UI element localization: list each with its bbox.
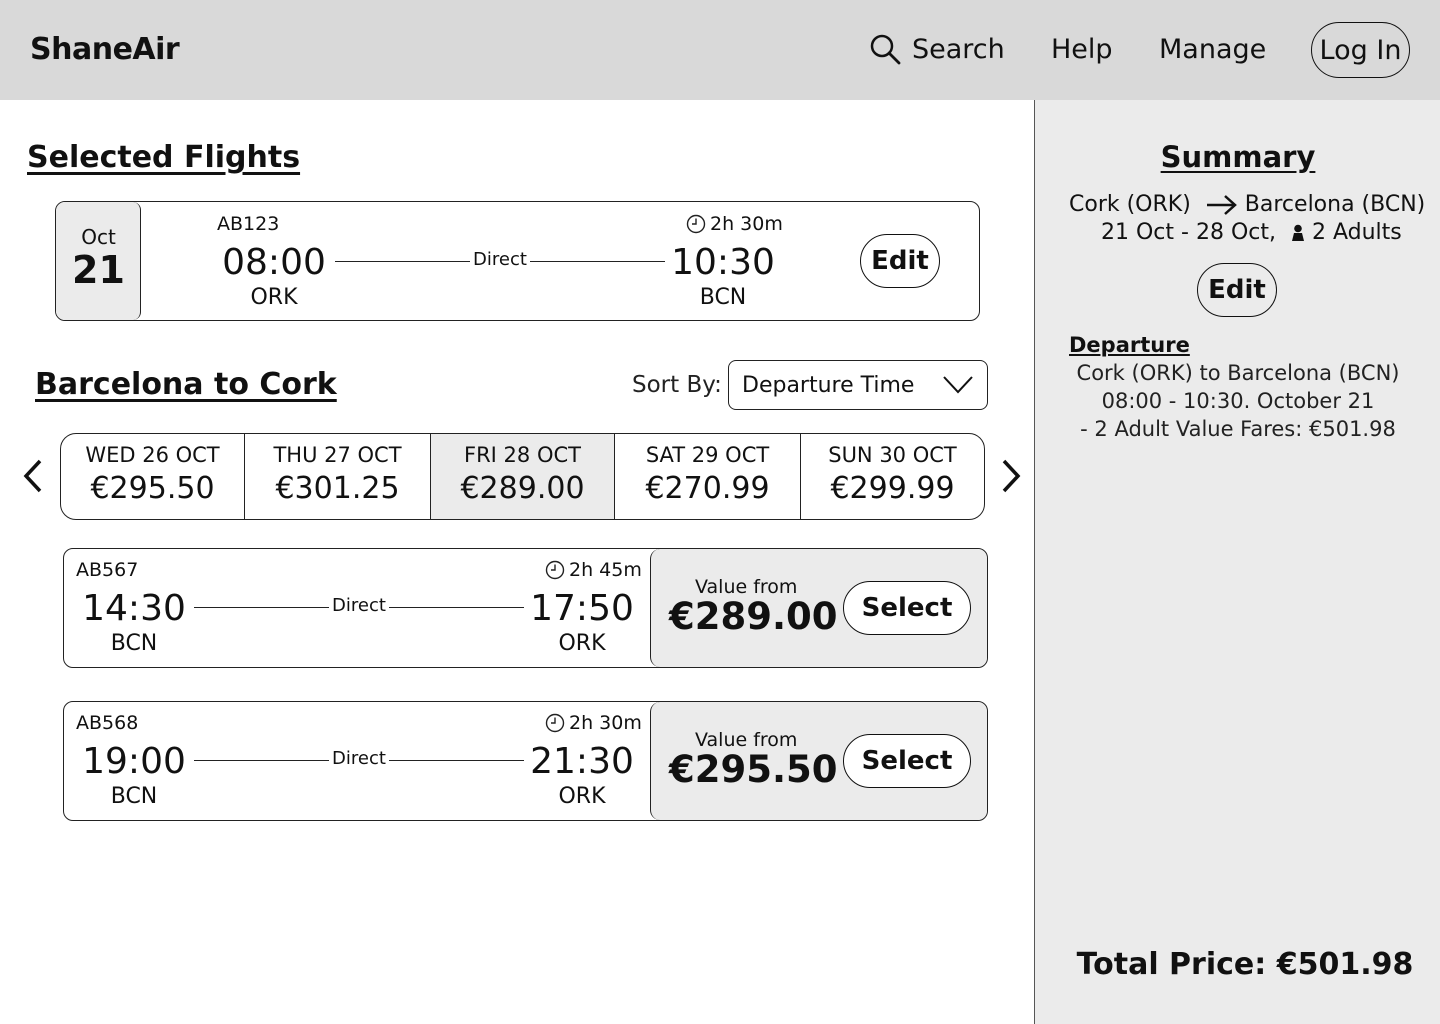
login-button[interactable]: Log In [1311, 22, 1410, 78]
arrival-airport: ORK [558, 784, 606, 809]
date-tab-price: €289.00 [460, 471, 585, 506]
fare-price: €295.50 [669, 748, 838, 791]
duration-text: 2h 30m [569, 712, 642, 734]
route-line-right [389, 760, 524, 761]
selected-flight-card: Oct 21 AB123 2h 30m 08:00 ORK Direct 10:… [55, 201, 980, 321]
arrival-time: 10:30 [671, 242, 775, 283]
departure-time: 08:00 [222, 242, 326, 283]
date-tab-sat-29[interactable]: SAT 29 OCT €270.99 [615, 434, 801, 519]
date-selector: WED 26 OCT €295.50 THU 27 OCT €301.25 FR… [60, 433, 985, 520]
fare-panel: Value from €295.50 Select [650, 702, 987, 820]
duration-text: 2h 45m [569, 559, 642, 581]
search-icon [870, 34, 901, 65]
date-tab-fri-28[interactable]: FRI 28 OCT €289.00 [431, 434, 615, 519]
arrival-airport: ORK [558, 631, 606, 656]
summary-trip-details: 21 Oct - 28 Oct, 2 Adults [1101, 220, 1402, 245]
date-tab-label: SUN 30 OCT [828, 443, 957, 467]
flight-day: 21 [72, 248, 125, 292]
summary-sidebar: Summary Cork (ORK) Barcelona (BCN) 21 Oc… [1034, 100, 1440, 1024]
stops-label: Direct [332, 748, 386, 769]
date-tab-label: WED 26 OCT [85, 443, 220, 467]
departure-fare-line: - 2 Adult Value Fares: €501.98 [1080, 417, 1396, 441]
chevron-down-icon [943, 376, 973, 394]
date-tab-sun-30[interactable]: SUN 30 OCT €299.99 [801, 434, 984, 519]
date-tab-price: €295.50 [90, 471, 215, 506]
fare-panel: Value from €289.00 Select [650, 549, 987, 667]
route-line-left [194, 760, 329, 761]
chevron-left-icon[interactable] [22, 458, 44, 494]
departure-time: 14:30 [82, 588, 186, 629]
fare-price: €289.00 [669, 595, 838, 638]
date-tab-label: SAT 29 OCT [645, 443, 770, 467]
top-nav-bar: ShaneAir Search Help Manage Log In [0, 0, 1440, 100]
date-tab-label: THU 27 OCT [273, 443, 402, 467]
arrival-airport: BCN [699, 285, 747, 310]
date-tab-price: €299.99 [830, 471, 955, 506]
flight-result-card: AB568 2h 30m 19:00 BCN Direct 21:30 ORK … [63, 701, 988, 821]
sort-by-dropdown[interactable]: Departure Time [728, 360, 988, 410]
clock-icon [545, 560, 565, 580]
date-tab-price: €301.25 [275, 471, 400, 506]
summary-passengers: 2 Adults [1311, 220, 1402, 245]
arrival-time: 17:50 [530, 588, 634, 629]
arrow-right-icon [1206, 194, 1237, 215]
date-tab-wed-26[interactable]: WED 26 OCT €295.50 [61, 434, 245, 519]
arrival-time: 21:30 [530, 741, 634, 782]
summary-title: Summary [1160, 140, 1316, 174]
route-line-right [389, 607, 524, 608]
selected-flights-title: Selected Flights [27, 140, 301, 175]
date-tab-label: FRI 28 OCT [464, 443, 581, 467]
summary-dates: 21 Oct - 28 Oct, [1101, 220, 1276, 245]
search-nav-link[interactable]: Search [868, 32, 1005, 66]
flight-duration: 2h 45m [545, 559, 642, 581]
edit-selected-flight-button[interactable]: Edit [860, 234, 940, 288]
flight-number: AB123 [217, 213, 280, 235]
select-flight-button[interactable]: Select [843, 581, 971, 635]
route-line-left [194, 607, 329, 608]
flight-number: AB567 [76, 559, 139, 581]
clock-icon [686, 214, 706, 234]
return-section-title: Barcelona to Cork [35, 367, 337, 402]
route-line-right [530, 261, 665, 262]
flight-result-card: AB567 2h 45m 14:30 BCN Direct 17:50 ORK … [63, 548, 988, 668]
summary-destination: Barcelona (BCN) [1244, 192, 1426, 217]
select-flight-button[interactable]: Select [843, 734, 971, 788]
sort-selected-value: Departure Time [742, 373, 915, 398]
help-nav-link[interactable]: Help [1051, 34, 1113, 65]
flight-duration: 2h 30m [545, 712, 642, 734]
summary-origin: Cork (ORK) [1069, 192, 1191, 217]
clock-icon [545, 713, 565, 733]
stops-label: Direct [332, 595, 386, 616]
manage-nav-link[interactable]: Manage [1159, 34, 1266, 65]
flight-number: AB568 [76, 712, 139, 734]
departure-route-line: Cork (ORK) to Barcelona (BCN) [1076, 361, 1400, 385]
brand-logo[interactable]: ShaneAir [30, 32, 180, 67]
flight-duration: 2h 30m [686, 213, 783, 235]
departure-time-line: 08:00 - 10:30. October 21 [1101, 389, 1375, 413]
sort-by-label: Sort By: [632, 372, 722, 398]
summary-route: Cork (ORK) Barcelona (BCN) [1069, 192, 1425, 217]
person-icon [1291, 224, 1304, 241]
date-tab-price: €270.99 [645, 471, 770, 506]
stops-label: Direct [473, 249, 527, 270]
departure-time: 19:00 [82, 741, 186, 782]
route-line-left [335, 261, 470, 262]
departure-heading: Departure [1069, 333, 1190, 357]
departure-airport: BCN [110, 631, 158, 656]
edit-search-button[interactable]: Edit [1197, 263, 1277, 317]
departure-airport: ORK [250, 285, 298, 310]
total-price: Total Price: €501.98 [1076, 947, 1414, 982]
flight-month: Oct [81, 225, 116, 249]
date-tab-thu-27[interactable]: THU 27 OCT €301.25 [245, 434, 431, 519]
departure-airport: BCN [110, 784, 158, 809]
duration-text: 2h 30m [710, 213, 783, 235]
search-nav-label: Search [912, 33, 1005, 65]
chevron-right-icon[interactable] [1000, 458, 1022, 494]
flight-date-box: Oct 21 [56, 202, 141, 320]
